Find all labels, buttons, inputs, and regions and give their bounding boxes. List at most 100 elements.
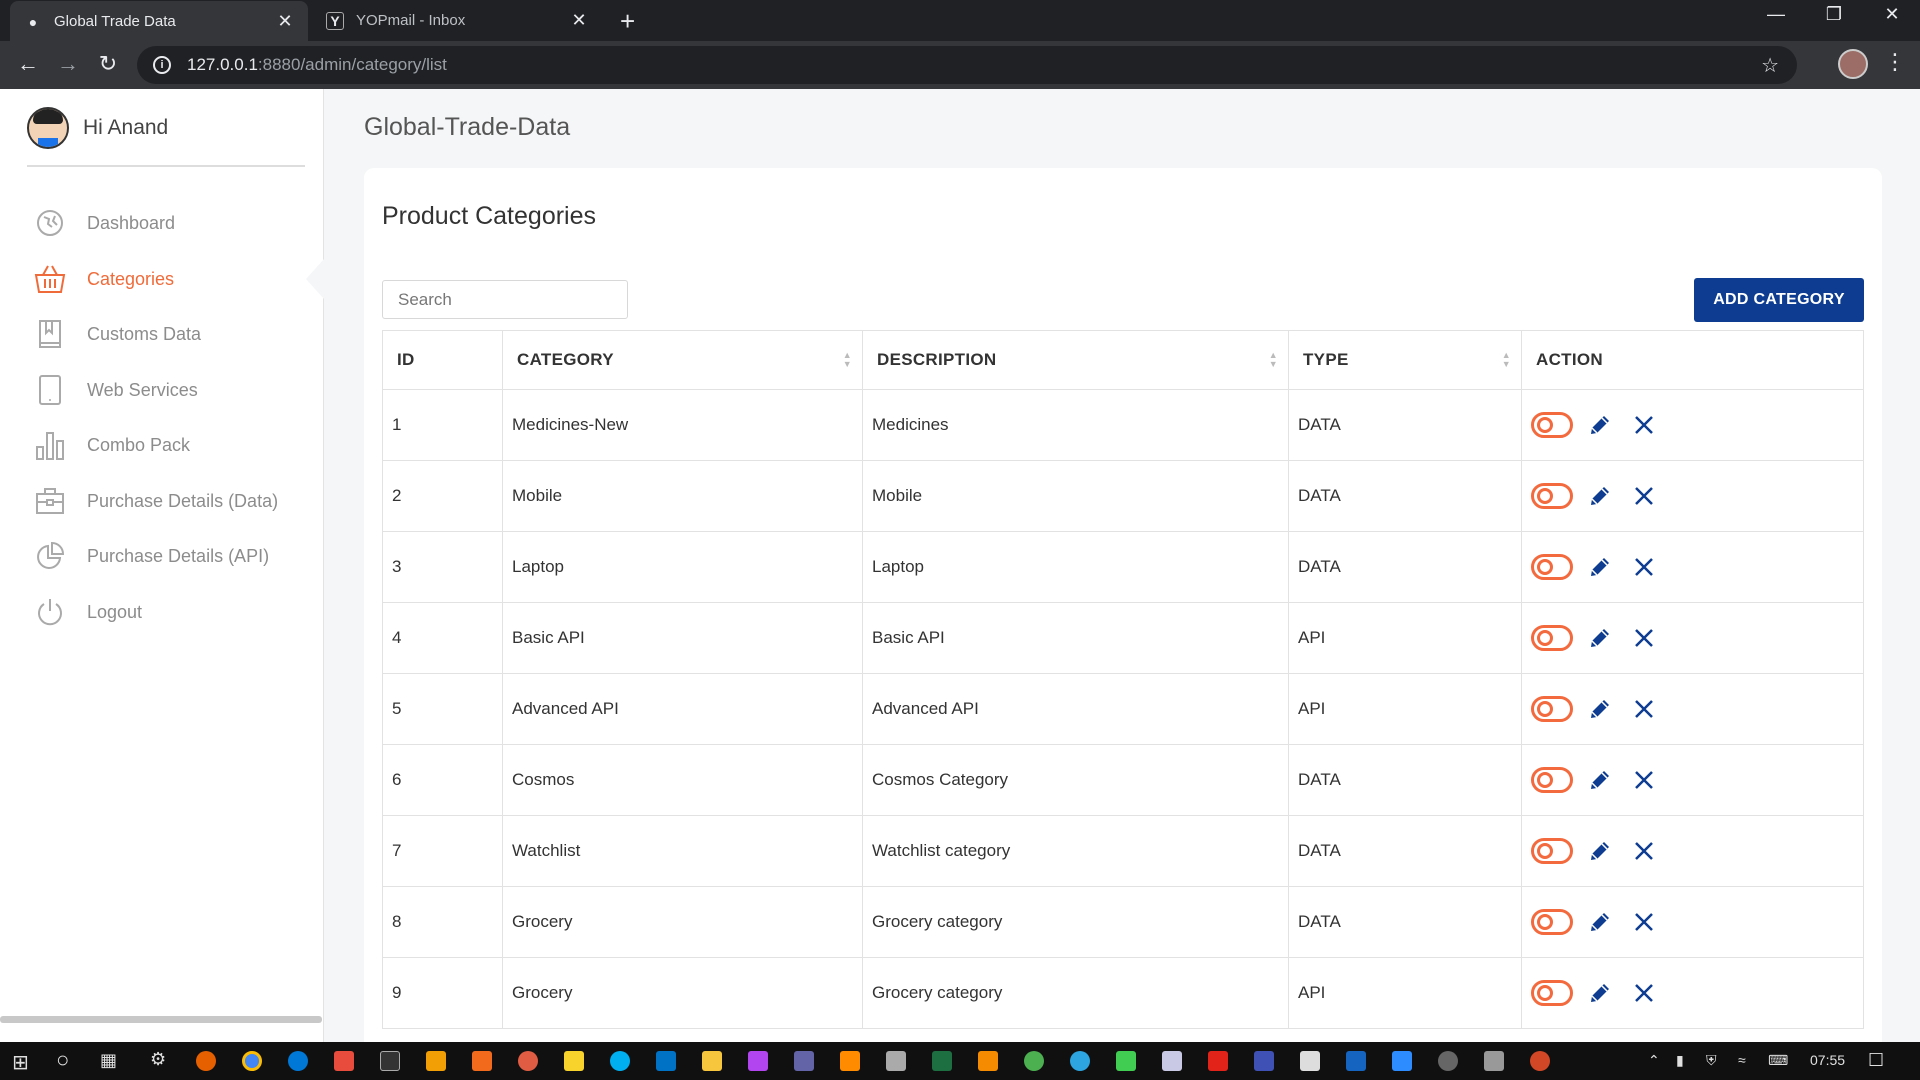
edit-icon[interactable] (1585, 410, 1615, 440)
sidebar-item-logout[interactable]: Logout (33, 595, 142, 629)
defender-icon[interactable]: ⛨ (1706, 1052, 1717, 1069)
file-explorer-icon[interactable] (702, 1051, 722, 1071)
reload-icon[interactable]: ↻ (94, 51, 122, 77)
status-toggle[interactable] (1531, 838, 1573, 864)
status-toggle[interactable] (1531, 980, 1573, 1006)
delete-icon[interactable] (1629, 694, 1659, 724)
address-bar[interactable]: i 127.0.0.1:8880/admin/category/list ☆ (137, 46, 1797, 84)
app-icon[interactable] (1438, 1051, 1458, 1071)
status-toggle[interactable] (1531, 412, 1573, 438)
edit-icon[interactable] (1585, 552, 1615, 582)
edit-icon[interactable] (1585, 694, 1615, 724)
search-input[interactable] (382, 280, 628, 319)
app-icon[interactable] (840, 1051, 860, 1071)
browser-tab-active[interactable]: ● Global Trade Data ✕ (10, 1, 308, 42)
sidebar-item-web-services[interactable]: Web Services (33, 373, 198, 407)
column-header-id[interactable]: ID (382, 330, 503, 390)
edit-icon[interactable] (1585, 836, 1615, 866)
app-icon[interactable] (1208, 1051, 1228, 1071)
edge-icon[interactable] (288, 1051, 308, 1071)
app-icon[interactable] (518, 1051, 538, 1071)
chrome-icon[interactable] (242, 1051, 262, 1071)
add-category-button[interactable]: ADD CATEGORY (1694, 278, 1864, 322)
sort-icon[interactable]: ▲ ▼ (843, 351, 852, 369)
windows-start-icon[interactable]: ⊞ (12, 1050, 29, 1075)
sidebar-item-categories[interactable]: Categories (33, 262, 174, 296)
app-icon[interactable] (1162, 1051, 1182, 1071)
app-icon[interactable] (472, 1051, 492, 1071)
delete-icon[interactable] (1629, 552, 1659, 582)
taskbar-clock[interactable]: 07:55 (1810, 1052, 1845, 1068)
delete-icon[interactable] (1629, 410, 1659, 440)
sublime-icon[interactable] (426, 1051, 446, 1071)
outlook-icon[interactable] (656, 1051, 676, 1071)
keyboard-icon[interactable]: ⌨ (1768, 1052, 1788, 1069)
battery-icon[interactable]: ▮ (1676, 1052, 1684, 1069)
restore-icon[interactable]: ❐ (1806, 4, 1862, 25)
sort-icon[interactable]: ▲ ▼ (1502, 351, 1511, 369)
forward-icon[interactable]: → (54, 51, 82, 77)
sidebar-scrollbar[interactable] (0, 1016, 322, 1023)
edit-icon[interactable] (1585, 623, 1615, 653)
firefox-icon[interactable] (196, 1051, 216, 1071)
minimize-icon[interactable]: — (1748, 4, 1804, 25)
browser-menu-icon[interactable]: ⋮ (1884, 49, 1906, 75)
task-view-icon[interactable]: ▦ (100, 1050, 117, 1071)
app-icon[interactable] (1484, 1051, 1504, 1071)
sidebar-item-purchase-details-api[interactable]: Purchase Details (API) (33, 539, 269, 573)
app-icon[interactable] (1346, 1051, 1366, 1071)
column-header-category[interactable]: CATEGORY ▲ ▼ (502, 330, 863, 390)
bookmark-star-icon[interactable]: ☆ (1761, 53, 1779, 78)
vlc-icon[interactable] (978, 1051, 998, 1071)
status-toggle[interactable] (1531, 767, 1573, 793)
sidebar-item-dashboard[interactable]: Dashboard (33, 206, 175, 240)
delete-icon[interactable] (1629, 836, 1659, 866)
edit-icon[interactable] (1585, 765, 1615, 795)
status-toggle[interactable] (1531, 483, 1573, 509)
profile-avatar[interactable] (1838, 49, 1868, 79)
sort-icon[interactable]: ▲ ▼ (1269, 351, 1278, 369)
site-info-icon[interactable]: i (153, 56, 171, 74)
tab-close-icon[interactable]: ✕ (276, 11, 294, 32)
skype-icon[interactable] (610, 1051, 630, 1071)
back-icon[interactable]: ← (14, 51, 42, 77)
tab-close-icon[interactable]: ✕ (570, 10, 588, 31)
column-header-description[interactable]: DESCRIPTION ▲ ▼ (862, 330, 1289, 390)
new-tab-icon[interactable]: + (620, 6, 635, 37)
edit-icon[interactable] (1585, 481, 1615, 511)
zoom-icon[interactable] (1392, 1051, 1412, 1071)
delete-icon[interactable] (1629, 481, 1659, 511)
browser-tab-yopmail[interactable]: Y YOPmail - Inbox ✕ (312, 0, 602, 41)
sidebar-item-customs-data[interactable]: Customs Data (33, 317, 201, 351)
edit-icon[interactable] (1585, 978, 1615, 1008)
cortana-icon[interactable]: ○ (56, 1047, 69, 1073)
delete-icon[interactable] (1629, 623, 1659, 653)
spreadsheet-icon[interactable] (932, 1051, 952, 1071)
sidebar-item-purchase-details-data[interactable]: Purchase Details (Data) (33, 484, 278, 518)
status-toggle[interactable] (1531, 625, 1573, 651)
column-header-type[interactable]: TYPE ▲ ▼ (1288, 330, 1522, 390)
app-icon[interactable] (1116, 1051, 1136, 1071)
sticky-notes-icon[interactable] (564, 1051, 584, 1071)
sidebar-item-combo-pack[interactable]: Combo Pack (33, 428, 190, 462)
app-icon[interactable] (1254, 1051, 1274, 1071)
wifi-icon[interactable]: ≈ (1738, 1052, 1746, 1068)
app-icon[interactable] (334, 1051, 354, 1071)
telegram-icon[interactable] (1070, 1051, 1090, 1071)
powerpoint-icon[interactable] (1530, 1051, 1550, 1071)
app-icon[interactable] (380, 1051, 400, 1071)
delete-icon[interactable] (1629, 765, 1659, 795)
delete-icon[interactable] (1629, 978, 1659, 1008)
tray-chevron-icon[interactable]: ⌃ (1648, 1052, 1660, 1069)
app-icon[interactable] (1024, 1051, 1044, 1071)
app-icon[interactable] (886, 1051, 906, 1071)
status-toggle[interactable] (1531, 554, 1573, 580)
teams-icon[interactable] (794, 1051, 814, 1071)
status-toggle[interactable] (1531, 696, 1573, 722)
edit-icon[interactable] (1585, 907, 1615, 937)
delete-icon[interactable] (1629, 907, 1659, 937)
notification-icon[interactable]: ☐ (1868, 1050, 1884, 1071)
phpstorm-icon[interactable] (748, 1051, 768, 1071)
app-icon[interactable] (1300, 1051, 1320, 1071)
window-close-icon[interactable]: ✕ (1864, 4, 1920, 25)
